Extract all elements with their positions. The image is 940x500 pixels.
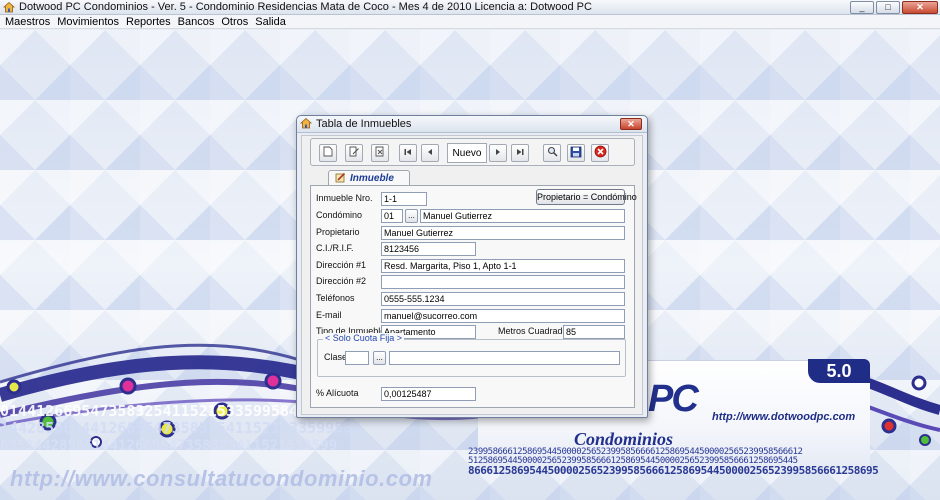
menu-movimientos[interactable]: Movimientos xyxy=(57,16,119,28)
inmueble-nro-label: Inmueble Nro. xyxy=(316,193,373,203)
dialog-title: Tabla de Inmuebles xyxy=(316,118,412,130)
menu-bancos[interactable]: Bancos xyxy=(178,16,215,28)
last-record-icon xyxy=(515,147,525,160)
cirif-label: C.I./R.I.F. xyxy=(316,243,354,253)
record-status-display: Nuevo xyxy=(447,143,487,163)
dialog-body: Nuevo Inmueble Propietario = Condómino I… xyxy=(301,135,643,415)
previous-record-icon xyxy=(425,147,435,160)
owner-equals-condomino-button[interactable]: Propietario = Condómino xyxy=(536,189,637,205)
cuota-fija-group-title: < Solo Cuota Fija > xyxy=(323,333,405,343)
clase-lookup-button[interactable]: ... xyxy=(373,351,386,365)
menu-bar: Maestros Movimientos Reportes Bancos Otr… xyxy=(0,15,940,29)
menu-otros[interactable]: Otros xyxy=(221,16,248,28)
website-url-text: http://www.consultatucondominio.com xyxy=(10,466,433,491)
delete-icon xyxy=(375,146,386,160)
maximize-button[interactable]: □ xyxy=(876,1,900,14)
dialog-house-icon xyxy=(299,117,313,132)
clase-label: Clase xyxy=(324,352,348,362)
condomino-code-field[interactable]: 01 xyxy=(381,209,403,223)
card-digits-3: 8666125869544500002565239958566612586954… xyxy=(468,464,879,477)
menu-reportes[interactable]: Reportes xyxy=(126,16,171,28)
app-house-icon xyxy=(2,1,16,13)
alicuota-field[interactable]: 0,00125487 xyxy=(381,387,476,401)
edit-record-button[interactable] xyxy=(345,144,363,162)
product-url: http://www.dotwoodpc.com xyxy=(712,411,856,423)
email-label: E-mail xyxy=(316,310,342,320)
cuota-fija-group: < Solo Cuota Fija > Clase ... xyxy=(317,333,626,377)
inmueble-nro-field[interactable]: 1-1 xyxy=(381,192,427,206)
app-title-bar: Dotwood PC Condominios - Ver. 5 - Condom… xyxy=(0,0,940,15)
next-record-icon xyxy=(493,147,503,160)
number-strip-2: 1442856614412669547358325411521533599584 xyxy=(0,419,362,437)
new-icon xyxy=(323,146,333,160)
cancel-button[interactable] xyxy=(591,144,609,162)
last-record-button[interactable] xyxy=(511,144,529,162)
telefonos-field[interactable]: 0555-555.1234 xyxy=(381,292,625,306)
propietario-field[interactable]: Manuel Gutierrez xyxy=(381,226,625,240)
condomino-label: Condómino xyxy=(316,210,363,220)
cirif-field[interactable]: 8123456 xyxy=(381,242,476,256)
inmueble-form: Propietario = Condómino Inmueble Nro. 1-… xyxy=(310,185,637,408)
tab-inmueble-label: Inmueble xyxy=(350,173,394,184)
minimize-button[interactable]: _ xyxy=(850,1,874,14)
first-record-button[interactable] xyxy=(399,144,417,162)
pencil-tab-icon xyxy=(335,172,346,186)
version-badge: 5.0 xyxy=(808,359,870,383)
clase-description-field[interactable] xyxy=(389,351,620,365)
condomino-name-field[interactable]: Manuel Gutierrez xyxy=(420,209,625,223)
delete-record-button[interactable] xyxy=(371,144,389,162)
number-strip-3: 6953442856614412669547358325411521533599 xyxy=(0,438,338,454)
search-icon xyxy=(547,146,558,160)
email-field[interactable]: manuel@sucorreo.com xyxy=(381,309,625,323)
previous-record-button[interactable] xyxy=(421,144,439,162)
edit-icon xyxy=(349,146,360,160)
dialog-title-bar[interactable]: Tabla de Inmuebles ✕ xyxy=(297,116,647,133)
condomino-lookup-button[interactable]: ... xyxy=(405,209,418,223)
telefonos-label: Teléfonos xyxy=(316,293,355,303)
direccion1-label: Dirección #1 xyxy=(316,260,367,270)
save-button[interactable] xyxy=(567,144,585,162)
menu-salida[interactable]: Salida xyxy=(255,16,286,28)
direccion2-label: Dirección #2 xyxy=(316,276,367,286)
cancel-icon xyxy=(594,145,607,161)
search-button[interactable] xyxy=(543,144,561,162)
alicuota-label: % Alícuota xyxy=(316,388,359,398)
direccion1-field[interactable]: Resd. Margarita, Piso 1, Apto 1-1 xyxy=(381,259,625,273)
inmuebles-dialog: Tabla de Inmuebles ✕ Nuevo Inmueble Prop… xyxy=(296,115,648,418)
clase-code-field[interactable] xyxy=(345,351,369,365)
tab-inmueble[interactable]: Inmueble xyxy=(328,170,410,186)
menu-maestros[interactable]: Maestros xyxy=(5,16,50,28)
app-title: Dotwood PC Condominios - Ver. 5 - Condom… xyxy=(19,1,592,13)
propietario-label: Propietario xyxy=(316,227,360,237)
next-record-button[interactable] xyxy=(489,144,507,162)
record-toolbar: Nuevo xyxy=(310,138,635,166)
metros-label: Metros Cuadrados xyxy=(498,326,573,336)
pc-logo: PC xyxy=(648,378,699,420)
new-record-button[interactable] xyxy=(319,144,337,162)
direccion2-field[interactable] xyxy=(381,275,625,289)
save-icon xyxy=(570,146,582,161)
close-button[interactable]: ✕ xyxy=(902,1,938,14)
dialog-close-button[interactable]: ✕ xyxy=(620,118,642,130)
first-record-icon xyxy=(403,147,413,160)
metros-field[interactable]: 85 xyxy=(563,325,625,339)
